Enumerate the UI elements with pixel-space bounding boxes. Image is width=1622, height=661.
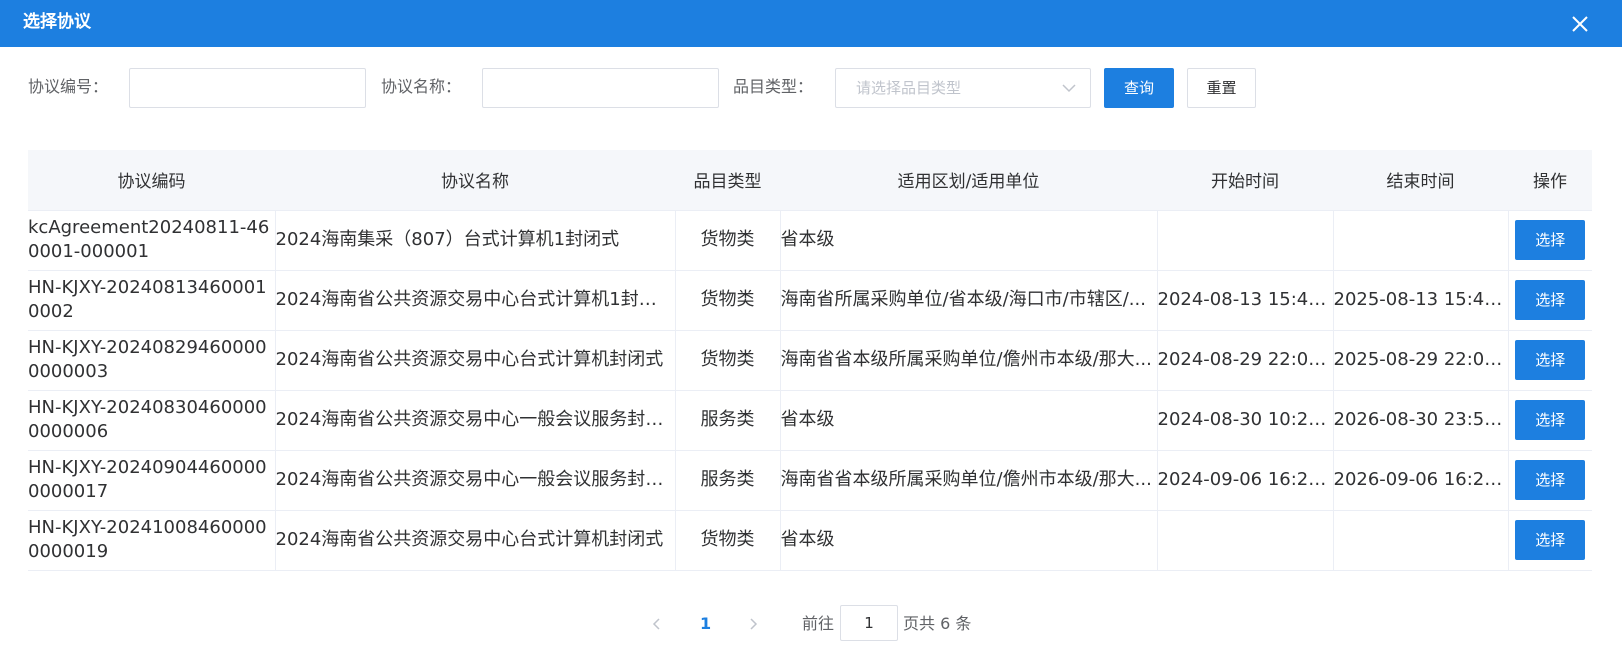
cell-region: 省本级 <box>780 210 1158 271</box>
agreement-name-label: 协议名称： <box>381 77 462 96</box>
select-button[interactable]: 选择 <box>1515 400 1586 440</box>
cell-action: 选择 <box>1508 210 1592 271</box>
category-label: 品目类型： <box>733 77 814 96</box>
cell-region: 省本级 <box>780 510 1158 571</box>
dialog-titlebar: 选择协议 <box>0 0 1622 47</box>
agreement-code-input[interactable] <box>129 68 366 108</box>
cell-region: 省本级 <box>780 390 1158 451</box>
cell-start-time: 2024-09-06 16:29:25 <box>1157 450 1334 511</box>
cell-code: HN-KJXY-202410084600000000019 <box>28 510 276 571</box>
cell-code: HN-KJXY-202408294600000000003 <box>28 330 276 391</box>
select-button[interactable]: 选择 <box>1515 520 1586 560</box>
cell-name: 2024海南省公共资源交易中心台式计算机封闭式 <box>275 510 676 571</box>
cell-region: 海南省所属采购单位/省本级/海口市/市辖区/... <box>780 270 1158 331</box>
cell-end-time: 2025-08-29 22:04:26 <box>1333 330 1509 391</box>
category-select[interactable]: 请选择品目类型 <box>835 68 1091 108</box>
header-end-time: 结束时间 <box>1333 150 1508 211</box>
header-action: 操作 <box>1508 150 1592 211</box>
select-button[interactable]: 选择 <box>1515 460 1586 500</box>
table-row: HN-KJXY-202410084600000000019 2024海南省公共资… <box>28 510 1592 571</box>
table-row: HN-KJXY-202409044600000000017 2024海南省公共资… <box>28 450 1592 511</box>
cell-end-time: 2026-09-06 16:29:25 <box>1333 450 1509 511</box>
table-header-row: 协议编码 协议名称 品目类型 适用区划/适用单位 开始时间 结束时间 操作 <box>28 150 1592 211</box>
cell-start-time <box>1157 510 1334 571</box>
cell-end-time <box>1333 210 1509 271</box>
header-region: 适用区划/适用单位 <box>780 150 1157 211</box>
agreement-code-label: 协议编号： <box>28 77 109 96</box>
cell-name: 2024海南省公共资源交易中心台式计算机1封闭式 <box>275 270 676 331</box>
reset-button[interactable]: 重置 <box>1187 68 1256 108</box>
cell-category: 货物类 <box>675 330 781 391</box>
cell-name: 2024海南集采（807）台式计算机1封闭式 <box>275 210 676 271</box>
cell-code: HN-KJXY-202408304600000000006 <box>28 390 276 451</box>
cell-category: 货物类 <box>675 270 781 331</box>
cell-name: 2024海南省公共资源交易中心一般会议服务封闭式 <box>275 450 676 511</box>
cell-start-time <box>1157 210 1334 271</box>
table-row: HN-KJXY-202408294600000000003 2024海南省公共资… <box>28 330 1592 391</box>
cell-action: 选择 <box>1508 330 1592 391</box>
chevron-left-icon[interactable] <box>649 616 665 632</box>
close-icon[interactable] <box>1568 12 1592 36</box>
cell-end-time: 2026-08-30 23:59:59 <box>1333 390 1509 451</box>
cell-start-time: 2024-08-30 10:22:20 <box>1157 390 1334 451</box>
chevron-down-icon <box>1062 84 1076 93</box>
page-number-current[interactable]: 1 <box>700 614 711 634</box>
table-row: HN-KJXY-202408304600000000006 2024海南省公共资… <box>28 390 1592 451</box>
cell-action: 选择 <box>1508 450 1592 511</box>
agreement-name-input[interactable] <box>482 68 719 108</box>
cell-action: 选择 <box>1508 270 1592 331</box>
dialog-title: 选择协议 <box>23 12 91 32</box>
cell-code: HN-KJXY-202409044600000000017 <box>28 450 276 511</box>
agreement-table: 协议编码 协议名称 品目类型 适用区划/适用单位 开始时间 结束时间 操作 kc… <box>28 150 1592 571</box>
table-row: kcAgreement20240811-460001-000001 2024海南… <box>28 210 1592 271</box>
cell-category: 货物类 <box>675 510 781 571</box>
cell-region: 海南省省本级所属采购单位/儋州市本级/那大... <box>780 450 1158 511</box>
goto-page-input[interactable] <box>840 605 898 641</box>
cell-category: 服务类 <box>675 390 781 451</box>
cell-end-time <box>1333 510 1509 571</box>
cell-start-time: 2024-08-29 22:04:26 <box>1157 330 1334 391</box>
cell-code: kcAgreement20240811-460001-000001 <box>28 210 276 271</box>
cell-action: 选择 <box>1508 510 1592 571</box>
cell-category: 服务类 <box>675 450 781 511</box>
cell-name: 2024海南省公共资源交易中心一般会议服务封闭式 <box>275 390 676 451</box>
cell-action: 选择 <box>1508 390 1592 451</box>
cell-region: 海南省省本级所属采购单位/儋州市本级/那大... <box>780 330 1158 391</box>
cell-start-time: 2024-08-13 15:41:54 <box>1157 270 1334 331</box>
goto-suffix: 页共 6 条 <box>903 614 972 633</box>
header-category: 品目类型 <box>675 150 780 211</box>
cell-end-time: 2025-08-13 15:41:54 <box>1333 270 1509 331</box>
header-code: 协议编码 <box>28 150 275 211</box>
header-start-time: 开始时间 <box>1157 150 1333 211</box>
cell-code: HN-KJXY-202408134600010002 <box>28 270 276 331</box>
select-button[interactable]: 选择 <box>1515 220 1586 260</box>
chevron-right-icon[interactable] <box>745 616 761 632</box>
cell-category: 货物类 <box>675 210 781 271</box>
header-name: 协议名称 <box>275 150 675 211</box>
table-row: HN-KJXY-202408134600010002 2024海南省公共资源交易… <box>28 270 1592 331</box>
select-button[interactable]: 选择 <box>1515 340 1586 380</box>
select-button[interactable]: 选择 <box>1515 280 1586 320</box>
cell-name: 2024海南省公共资源交易中心台式计算机封闭式 <box>275 330 676 391</box>
goto-prefix: 前往 <box>802 614 835 633</box>
search-button[interactable]: 查询 <box>1104 68 1174 108</box>
category-select-placeholder: 请选择品目类型 <box>856 79 962 97</box>
